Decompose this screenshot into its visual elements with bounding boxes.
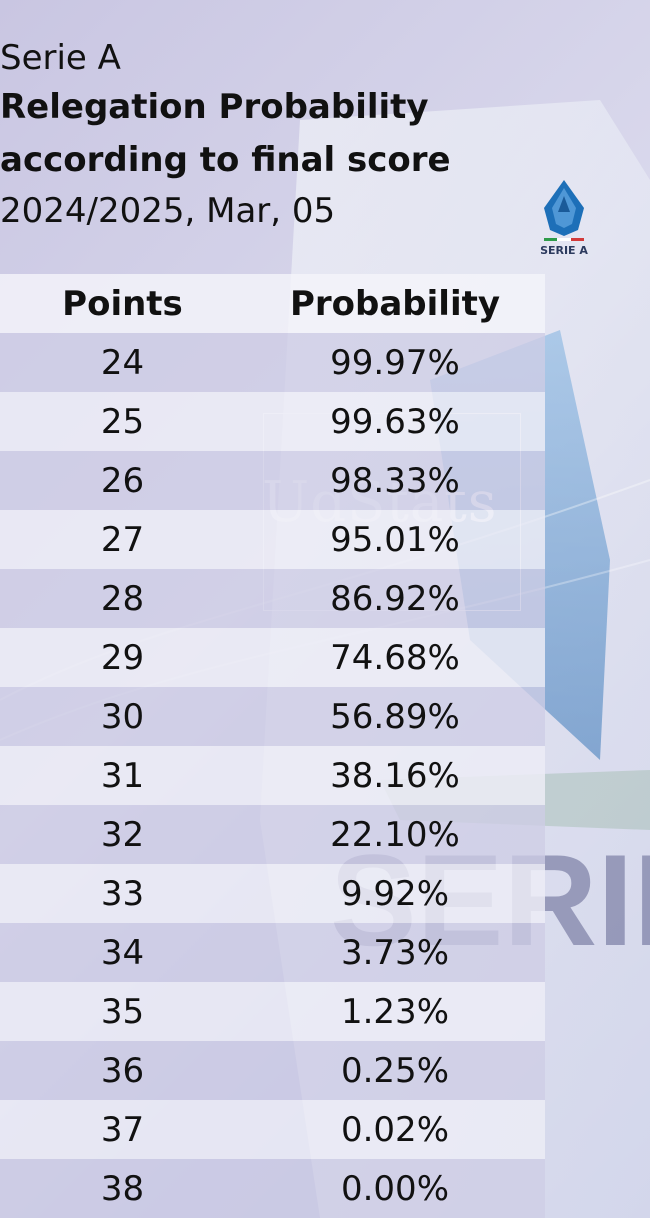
table-row: 32 22.10% <box>0 805 545 864</box>
title-line-2: according to final score <box>0 140 451 180</box>
column-header-points: Points <box>62 283 183 324</box>
probability-cell: 0.02% <box>340 1109 449 1150</box>
table-row: 25 99.63% <box>0 392 545 451</box>
title-line-1: Relegation Probability <box>0 87 429 127</box>
table-row: 37 0.02% <box>0 1100 545 1159</box>
probability-cell: 38.16% <box>330 755 460 796</box>
probability-cell: 98.33% <box>330 460 460 501</box>
probability-cell: 22.10% <box>330 814 460 855</box>
points-cell: 24 <box>100 342 145 383</box>
probability-cell: 56.89% <box>330 696 460 737</box>
probability-cell: 74.68% <box>330 637 460 678</box>
relegation-table: Points Probability 24 99.97% 25 99.63% 26 98.… <box>0 274 545 1218</box>
table-row: 28 86.92% <box>0 569 545 628</box>
points-cell: 38 <box>100 1168 145 1209</box>
table-row: 34 3.73% <box>0 923 545 982</box>
table-row: 29 74.68% <box>0 628 545 687</box>
table-row: 38 0.00% <box>0 1159 545 1218</box>
probability-cell: 1.23% <box>340 991 449 1032</box>
points-cell: 37 <box>100 1109 145 1150</box>
probability-cell: 99.63% <box>330 401 460 442</box>
points-cell: 31 <box>100 755 145 796</box>
chart-header: Serie A Relegation Probability according… <box>0 36 451 236</box>
probability-cell: 9.92% <box>340 873 449 914</box>
points-cell: 30 <box>100 696 145 737</box>
date-subtitle: 2024/2025, Mar, 05 <box>0 191 336 231</box>
table-body: 24 99.97% 25 99.63% 26 98.33% 27 95.01% 28 86.92%… <box>0 333 545 1218</box>
points-cell: 36 <box>100 1050 145 1091</box>
probability-cell: 95.01% <box>330 519 460 560</box>
points-cell: 34 <box>100 932 145 973</box>
points-cell: 33 <box>100 873 145 914</box>
probability-cell: 86.92% <box>330 578 460 619</box>
points-cell: 32 <box>100 814 145 855</box>
table-row: 33 9.92% <box>0 864 545 923</box>
table-row: 31 38.16% <box>0 746 545 805</box>
probability-cell: 0.00% <box>340 1168 449 1209</box>
points-cell: 35 <box>100 991 145 1032</box>
table-row: 27 95.01% <box>0 510 545 569</box>
points-cell: 26 <box>100 460 145 501</box>
table-row: 26 98.33% <box>0 451 545 510</box>
table-row: 24 99.97% <box>0 333 545 392</box>
table-row: 36 0.25% <box>0 1041 545 1100</box>
table-row: 35 1.23% <box>0 982 545 1041</box>
logo-label: SERIE A <box>540 244 588 257</box>
probability-cell: 3.73% <box>340 932 449 973</box>
probability-cell: 0.25% <box>340 1050 449 1091</box>
points-cell: 28 <box>100 578 145 619</box>
points-cell: 25 <box>100 401 145 442</box>
table-row: 30 56.89% <box>0 687 545 746</box>
table-header-row: Points Probability <box>0 274 545 333</box>
probability-cell: 99.97% <box>330 342 460 383</box>
column-header-probability: Probability <box>289 283 501 324</box>
points-cell: 27 <box>100 519 145 560</box>
league-name: Serie A <box>0 38 121 78</box>
points-cell: 29 <box>100 637 145 678</box>
